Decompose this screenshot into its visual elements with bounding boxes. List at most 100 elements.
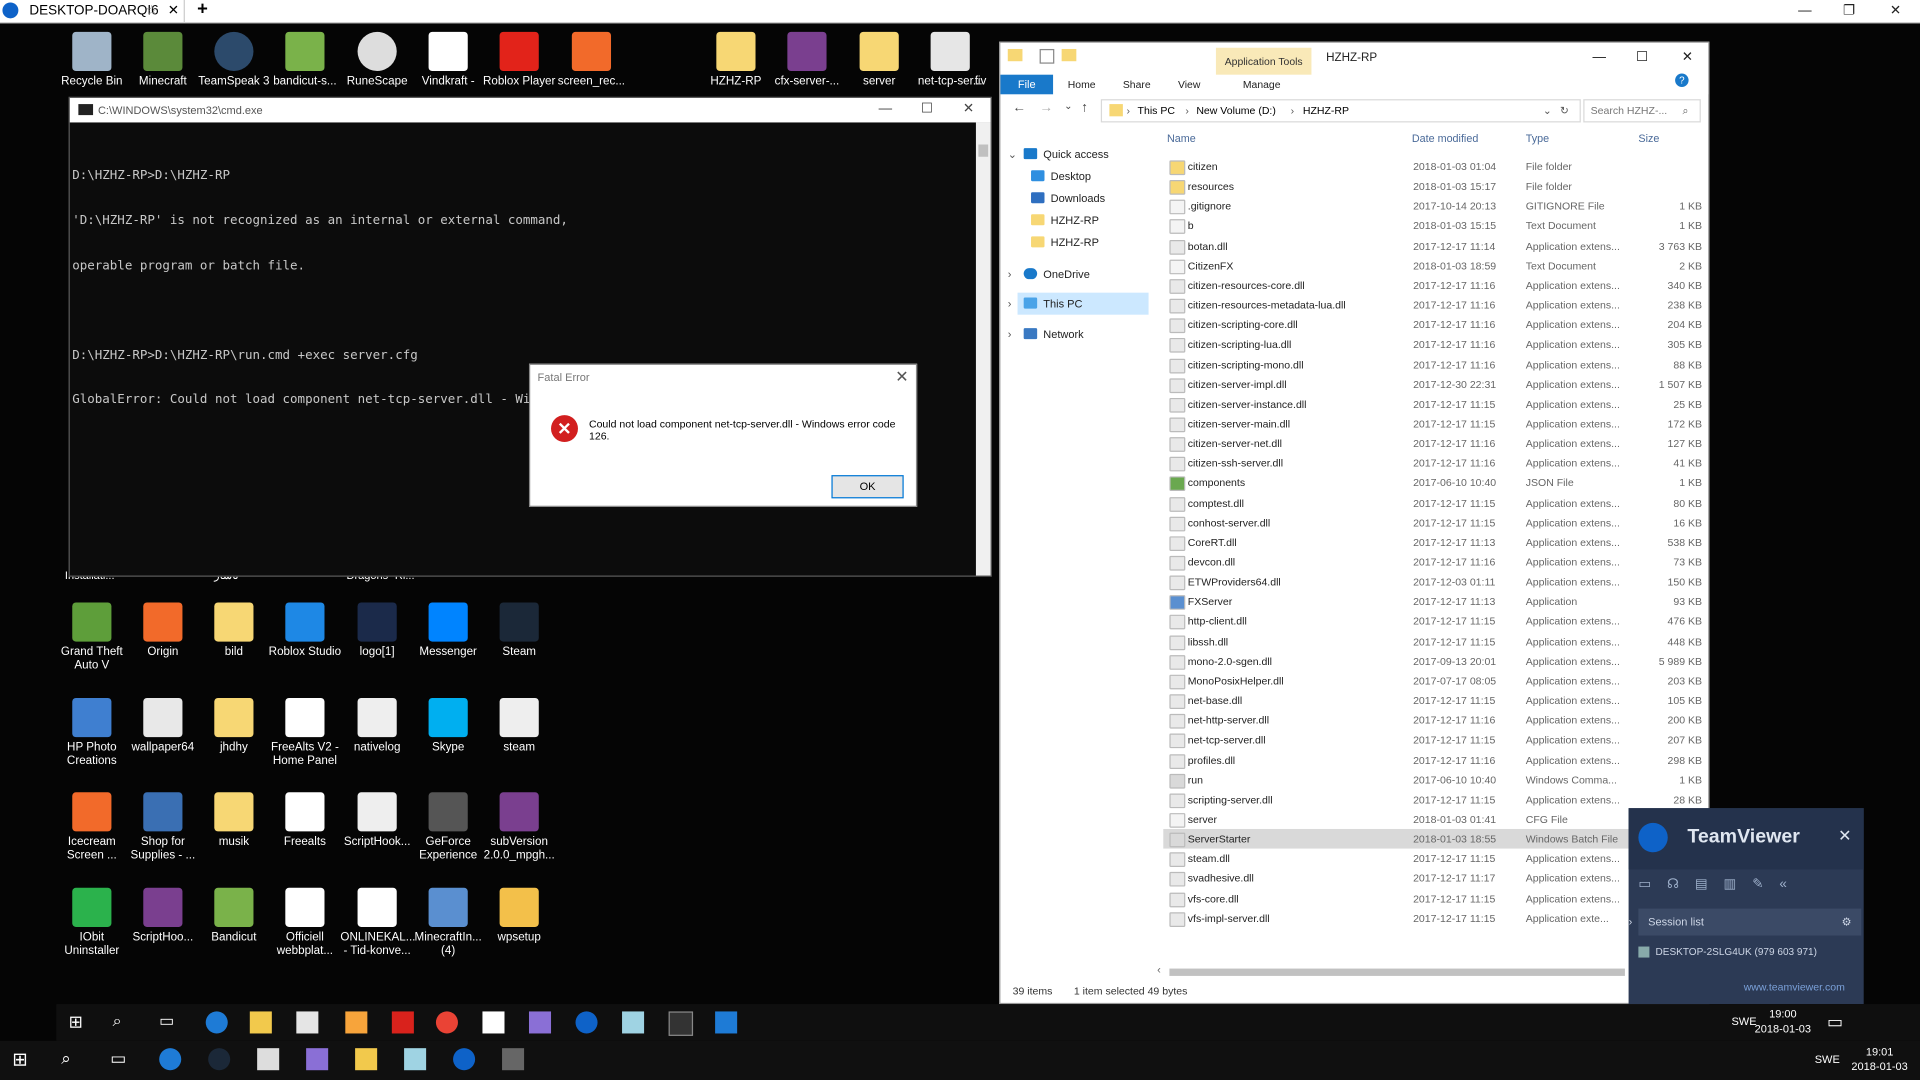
file-row[interactable]: vfs-impl-server.dll 2017-12-17 11:15 Appli… [1163, 908, 1708, 928]
file-row[interactable]: components 2017-06-10 10:40 JSON File 1 KB [1163, 473, 1708, 493]
desktop-icon-freealts[interactable]: Freealts [268, 792, 341, 849]
search-input[interactable]: Search HZHZ-... ⌕ [1583, 99, 1701, 123]
host-close-button[interactable]: ✕ [1876, 0, 1915, 22]
desktop-icon-bild[interactable]: bild [197, 602, 270, 659]
desktop-icon-wallpaper64[interactable]: wallpaper64 [126, 697, 199, 754]
file-row[interactable]: steam.dll 2017-12-17 11:15 Application ext… [1163, 849, 1708, 869]
desktop-icon-grand-theft-auto-v[interactable]: Grand Theft Auto V [55, 602, 128, 672]
task-view-icon[interactable]: ▭ [159, 1011, 181, 1033]
file-row[interactable]: CoreRT.dll 2017-12-17 11:13 Application ex… [1163, 532, 1708, 552]
desktop-icon-minecraftin-4[interactable]: MinecraftIn... (4) [411, 887, 484, 958]
desktop-icon-scripthook[interactable]: ScriptHook... [340, 792, 413, 849]
desktop-icon-roblox-player[interactable]: Roblox Player [482, 31, 555, 88]
desktop-icon-partial[interactable]: fiv [975, 32, 999, 88]
desktop-icon-screen-rec[interactable]: screen_rec... [555, 31, 628, 88]
search-icon[interactable]: ⌕ [61, 1048, 83, 1070]
refresh-icon[interactable]: ↻ [1560, 100, 1569, 121]
file-row[interactable]: ETWProviders64.dll 2017-12-03 01:11 Applic… [1163, 572, 1708, 592]
file-row[interactable]: net-base.dll 2017-12-17 11:15 Application … [1163, 691, 1708, 711]
nav-quick-access[interactable]: Quick access [1023, 148, 1109, 160]
nav-this-pc[interactable]: This PC [1023, 297, 1082, 310]
cmd-close-button[interactable]: ✕ [949, 98, 988, 120]
cmd-icon[interactable] [668, 1011, 694, 1036]
cmd-minimize-button[interactable]: — [866, 98, 905, 120]
breadcrumb-hzhz-rp[interactable]: HZHZ-RP [1303, 100, 1349, 121]
desktop-icon-server[interactable]: server [842, 31, 915, 88]
tab-share[interactable]: Share [1123, 75, 1151, 95]
scrollbar-thumb[interactable] [978, 144, 989, 157]
explorer-maximize-button[interactable]: ☐ [1622, 47, 1661, 69]
desktop-icon-origin[interactable]: Origin [126, 602, 199, 659]
file-row[interactable]: botan.dll 2017-12-17 11:14 Application ext… [1163, 236, 1708, 256]
file-row[interactable]: citizen-server-instance.dll 2017-12-17 11… [1163, 394, 1708, 414]
desktop-icon-nativelog[interactable]: nativelog [340, 697, 413, 754]
column-header-name[interactable]: Name [1167, 132, 1196, 144]
edge-icon[interactable] [159, 1048, 182, 1071]
file-row[interactable]: net-tcp-server.dll 2017-12-17 11:15 Applic… [1163, 730, 1708, 750]
properties-icon[interactable] [1039, 48, 1055, 64]
tab-close-icon[interactable]: ✕ [168, 0, 179, 22]
file-row[interactable]: profiles.dll 2017-12-17 11:16 Application … [1163, 750, 1708, 770]
host-maximize-button[interactable]: ❐ [1829, 0, 1868, 22]
tab-home[interactable]: Home [1068, 75, 1096, 95]
file-row[interactable]: citizen-resources-core.dll 2017-12-17 11:… [1163, 275, 1708, 295]
app-icon[interactable] [257, 1048, 280, 1071]
file-row[interactable]: CitizenFX 2018-01-03 18:59 Text Document 2 … [1163, 256, 1708, 276]
desktop-icon-hp-photo-creations[interactable]: HP Photo Creations [55, 697, 128, 768]
file-row[interactable]: MonoPosixHelper.dll 2017-07-17 08:05 Appli… [1163, 671, 1708, 691]
nav-hzhz-rp[interactable]: HZHZ-RP [1031, 236, 1099, 249]
column-header-size[interactable]: Size [1638, 132, 1659, 144]
file-row[interactable]: server 2018-01-03 01:41 CFG File [1163, 809, 1708, 829]
breadcrumb-volume[interactable]: New Volume (D:) [1196, 100, 1276, 121]
windows-start-icon[interactable]: ⊞ [12, 1048, 34, 1070]
chevron-right-icon[interactable]: › [1008, 268, 1012, 280]
desktop-icon-bandicut[interactable]: Bandicut [197, 887, 270, 944]
file-row[interactable]: comptest.dll 2017-12-17 11:15 Application … [1163, 493, 1708, 513]
file-row[interactable]: citizen-scripting-mono.dll 2017-12-17 11:… [1163, 354, 1708, 374]
file-row[interactable]: run 2017-06-10 10:40 Windows Comma... 1 KB [1163, 770, 1708, 790]
chevron-down-icon[interactable]: ⌄ [1008, 148, 1017, 161]
desktop-icon-geforce-experience[interactable]: GeForce Experience [411, 792, 484, 862]
remote-clock[interactable]: 19:00 2018-01-03 [1746, 1007, 1819, 1036]
horizontal-scrollbar[interactable] [1169, 968, 1625, 976]
tab-manage[interactable]: Manage [1243, 75, 1281, 95]
file-row[interactable]: citizen-scripting-core.dll 2017-12-17 11:… [1163, 315, 1708, 335]
file-row[interactable]: citizen-ssh-server.dll 2017-12-17 11:16 Ap… [1163, 453, 1708, 473]
file-row[interactable]: citizen-scripting-lua.dll 2017-12-17 11:1… [1163, 335, 1708, 355]
cmd-maximize-button[interactable]: ☐ [907, 98, 946, 120]
column-header-type[interactable]: Type [1526, 132, 1549, 144]
file-row[interactable]: citizen-server-net.dll 2017-12-17 11:16 Ap… [1163, 434, 1708, 454]
desktop-icon-messenger[interactable]: Messenger [411, 602, 484, 659]
desktop-icon-onlinekal-tid-konve[interactable]: ONLINEKAL... - Tid-konve... [340, 887, 415, 958]
explorer-close-button[interactable]: ✕ [1668, 47, 1707, 69]
desktop-icon-runescape[interactable]: RuneScape [340, 31, 413, 88]
desktop-icon-subversion-2-0-0-mpgh[interactable]: subVersion 2.0.0_mpgh... [482, 792, 555, 862]
teamviewer-close-icon[interactable]: ✕ [1838, 827, 1851, 847]
file-row[interactable]: citizen-resources-metadata-lua.dll 2017-1… [1163, 295, 1708, 315]
app-icon[interactable] [306, 1048, 329, 1071]
host-tab[interactable]: DESKTOP-DOARQI6 ☆ ✕ [0, 0, 185, 23]
desktop-icon-bandicut[interactable]: bandicut-s... [268, 31, 341, 88]
cmd-title-bar[interactable]: C:\WINDOWS\system32\cmd.exe — ☐ ✕ [69, 97, 991, 123]
desktop-icon-wpsetup[interactable]: wpsetup [482, 887, 555, 944]
scroll-left-icon[interactable]: ‹ [1157, 964, 1161, 976]
file-row[interactable]: libssh.dll 2017-12-17 11:15 Application ex… [1163, 631, 1708, 651]
teamviewer-toolbar[interactable]: ▭☊▤▥✎« [1638, 876, 1858, 896]
desktop-icon-recycle-bin[interactable]: Recycle Bin [55, 31, 128, 88]
cmd-scrollbar[interactable] [975, 122, 991, 576]
desktop-icon-skype[interactable]: Skype [411, 697, 484, 754]
chevron-right-icon[interactable]: › [1008, 298, 1012, 310]
new-folder-icon[interactable] [1061, 48, 1077, 62]
file-row[interactable]: citizen-server-impl.dll 2017-12-30 22:31 A… [1163, 374, 1708, 394]
chevron-right-icon[interactable]: › [1008, 328, 1012, 340]
session-entry[interactable]: DESKTOP-2SLG4UK (979 603 971) [1638, 940, 1861, 964]
nav-network[interactable]: Network [1023, 328, 1084, 340]
desktop-icon-officiell-webbplat[interactable]: Officiell webbplat... [268, 887, 341, 958]
desktop-icon-shop-for-supplies[interactable]: Shop for Supplies - ... [126, 792, 199, 862]
nav-onedrive[interactable]: OneDrive [1023, 268, 1090, 280]
nav-hzhz-rp[interactable]: HZHZ-RP [1031, 214, 1099, 227]
file-row[interactable]: devcon.dll 2017-12-17 11:16 Application ex… [1163, 552, 1708, 572]
app-icon[interactable] [404, 1048, 427, 1071]
chevron-right-icon[interactable]: › [1629, 909, 1633, 936]
mail-icon[interactable] [482, 1011, 505, 1034]
